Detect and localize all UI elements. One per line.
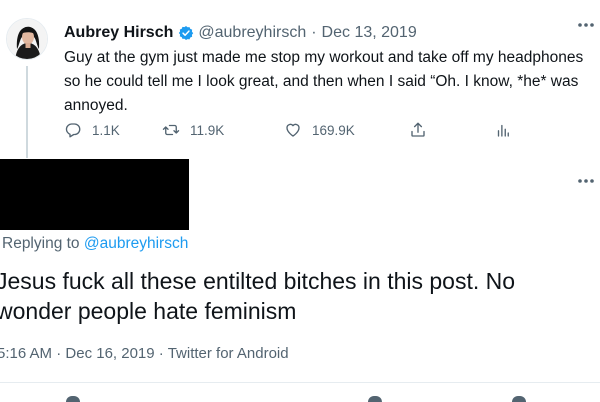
heart-icon bbox=[286, 123, 300, 137]
thread-connector-line bbox=[26, 66, 28, 158]
reply-text: Jesus fuck all these entilted bitches in… bbox=[0, 268, 516, 324]
tweet-actions: 1.1K 11.9K 169.9K bbox=[64, 118, 584, 142]
share-button[interactable] bbox=[409, 118, 437, 142]
replying-prefix: Replying to bbox=[2, 235, 80, 252]
dot-separator: · bbox=[311, 24, 317, 41]
replying-to-handle-link[interactable]: @aubreyhirsch bbox=[84, 235, 188, 252]
dot-separator: · bbox=[158, 345, 164, 362]
reply-count: 1.1K bbox=[92, 122, 120, 138]
avatar[interactable] bbox=[6, 18, 48, 60]
reply-source[interactable]: Twitter for Android bbox=[168, 345, 289, 362]
like-count: 169.9K bbox=[312, 122, 355, 138]
redacted-reply-author-block bbox=[0, 159, 189, 230]
more-horizontal-icon[interactable] bbox=[574, 172, 598, 190]
reply-time[interactable]: 5:16 AM bbox=[0, 345, 52, 362]
share-icon bbox=[411, 122, 425, 137]
like-button[interactable]: 169.9K bbox=[284, 118, 355, 142]
retweet-count: 11.9K bbox=[190, 122, 225, 138]
reply-date[interactable]: Dec 16, 2019 bbox=[65, 345, 154, 362]
tweet-date[interactable]: Dec 13, 2019 bbox=[322, 24, 417, 42]
dot-separator: · bbox=[56, 345, 62, 362]
tweet-text: Guy at the gym just made me stop my work… bbox=[64, 49, 584, 114]
divider bbox=[0, 382, 600, 383]
like-icon-partial[interactable] bbox=[368, 396, 382, 402]
replying-to-label: Replying to @aubreyhirsch bbox=[2, 235, 188, 253]
tweet-header: Aubrey Hirsch @aubreyhirsch · Dec 13, 20… bbox=[64, 22, 417, 44]
reply-icon-partial[interactable] bbox=[66, 396, 80, 402]
author-name[interactable]: Aubrey Hirsch bbox=[64, 24, 173, 42]
author-handle[interactable]: @aubreyhirsch bbox=[198, 24, 306, 42]
retweet-icon bbox=[162, 124, 180, 136]
retweet-button[interactable]: 11.9K bbox=[162, 118, 224, 142]
verified-badge-icon bbox=[179, 26, 194, 40]
analytics-icon bbox=[497, 124, 509, 137]
avatar-photo bbox=[7, 19, 47, 59]
more-horizontal-icon[interactable] bbox=[574, 16, 598, 34]
share-icon-partial[interactable] bbox=[512, 396, 526, 402]
reply-button[interactable]: 1.1K bbox=[64, 118, 120, 142]
reply-metadata: 5:16 AM · Dec 16, 2019 · Twitter for And… bbox=[0, 345, 289, 362]
analytics-button[interactable] bbox=[494, 118, 522, 142]
comment-icon bbox=[65, 123, 81, 138]
